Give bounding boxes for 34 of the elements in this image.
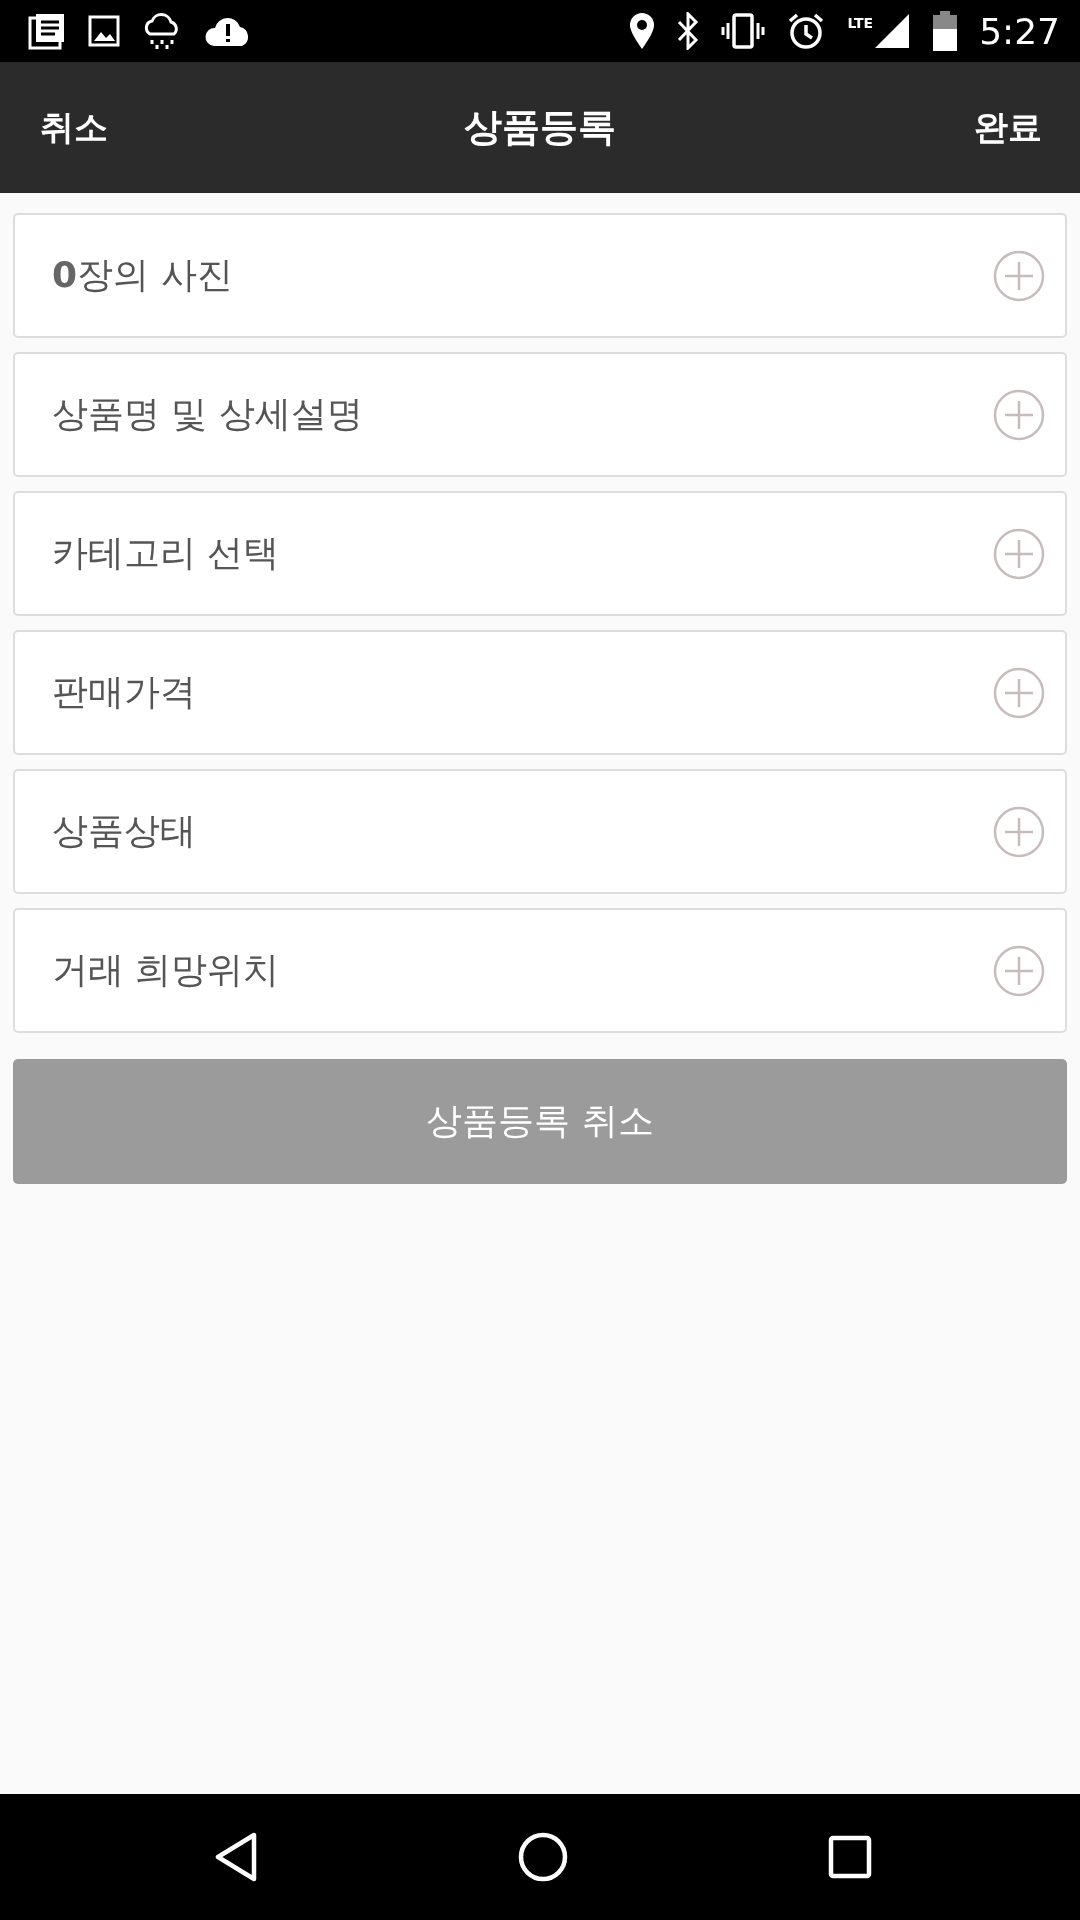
network-type-label: LTE [847, 15, 874, 31]
back-icon[interactable] [214, 1832, 258, 1882]
row-label: 판매가격 [52, 670, 197, 714]
plus-circle-icon[interactable] [993, 944, 1045, 997]
form-row[interactable]: 상품상태 [13, 769, 1067, 894]
vibrate-icon [721, 13, 766, 49]
form-row[interactable]: 상품명 및 상세설명 [13, 352, 1067, 477]
done-link[interactable]: 완료 [974, 104, 1042, 151]
form-row[interactable]: 판매가격 [13, 630, 1067, 755]
form-row[interactable]: 카테고리 선택 [13, 491, 1067, 616]
recents-icon[interactable] [828, 1835, 872, 1879]
plus-circle-icon[interactable] [993, 805, 1045, 858]
row-label: 상품상태 [52, 809, 197, 853]
battery-icon [933, 11, 958, 51]
signal-icon [873, 12, 912, 50]
row-label: 상품명 및 상세설명 [52, 392, 364, 436]
alarm-clock-icon [787, 12, 826, 50]
home-icon[interactable] [518, 1832, 568, 1882]
form-row[interactable]: 거래 희망위치 [13, 908, 1067, 1033]
plus-circle-icon[interactable] [993, 249, 1045, 302]
clock-time: 5:27 [979, 10, 1060, 52]
image-icon [88, 15, 120, 47]
row-label: 0장의 사진 [52, 253, 234, 297]
plus-circle-icon[interactable] [993, 666, 1045, 719]
cancel-link[interactable]: 취소 [40, 104, 108, 151]
location-pin-icon [629, 12, 656, 50]
row-label: 카테고리 선택 [52, 531, 281, 575]
page-title: 상품등록 [464, 104, 616, 151]
plus-circle-icon[interactable] [993, 527, 1045, 580]
plus-circle-icon[interactable] [993, 388, 1045, 441]
row-label: 거래 희망위치 [52, 948, 281, 992]
bluetooth-icon [677, 12, 700, 50]
form-row[interactable]: 0장의 사진 [13, 213, 1067, 338]
notes-icon [28, 12, 66, 50]
